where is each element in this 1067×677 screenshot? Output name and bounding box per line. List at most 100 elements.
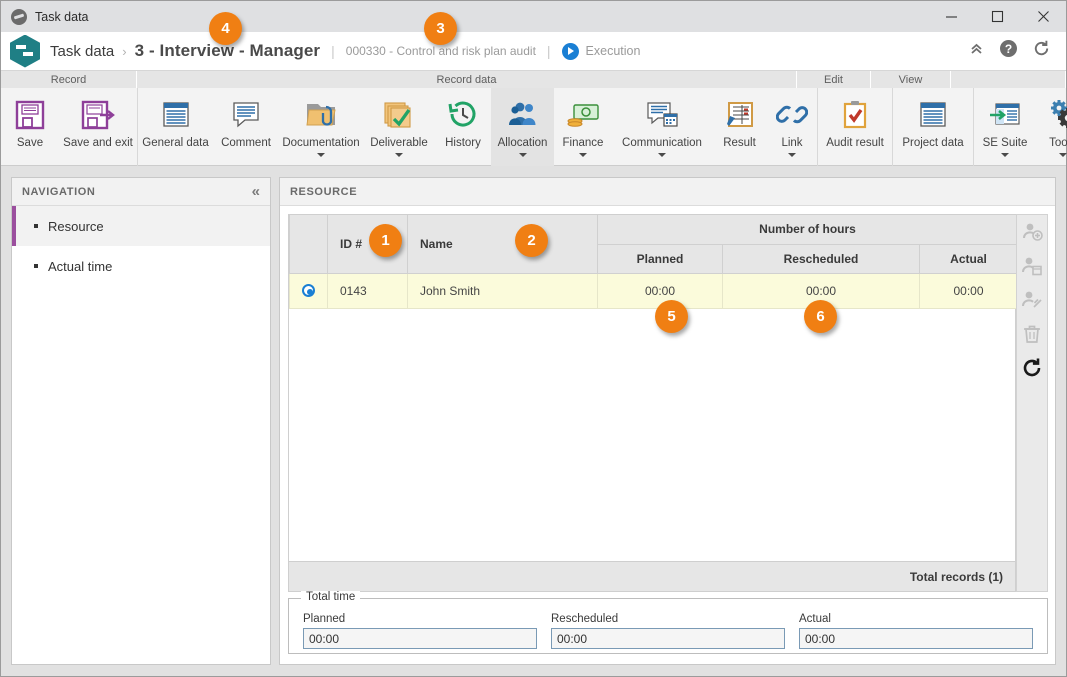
maximize-icon[interactable] [974,1,1020,32]
header-actions: ? [968,39,1051,63]
ribbon-group-header: View [871,71,951,88]
task-data-window: Task data Task data › 3 - Interview - Ma… [0,0,1067,677]
annotation-badge-1: 1 [369,224,402,257]
allocation-button[interactable]: Allocation [491,88,554,166]
communication-icon [645,96,679,134]
audit-result-clipboard-icon [839,96,871,134]
col-rescheduled[interactable]: Rescheduled [722,244,920,274]
close-icon[interactable] [1020,1,1066,32]
minimize-icon[interactable] [928,1,974,32]
window-controls [928,1,1066,32]
add-resource-icon[interactable] [1017,215,1047,249]
annotation-badge-4: 4 [209,12,242,45]
ribbon-button-label: Comment [221,137,271,149]
documentation-button[interactable]: Documentation [279,88,363,166]
tools-button[interactable]: Tools [1036,88,1067,166]
col-name[interactable]: Name [407,215,598,274]
navigation-list: Resource Actual time [12,206,270,286]
audit-result-button[interactable]: Audit result [818,88,892,166]
chevron-down-icon[interactable] [518,153,527,157]
window-title: Task data [35,9,89,24]
ribbon-group-header: Edit [797,71,871,88]
project-data-icon [917,96,949,134]
ribbon-button-label: Save [16,137,44,149]
field-label: Rescheduled [551,613,619,625]
ribbon-button-label: History [445,137,481,149]
chevron-down-icon[interactable] [395,153,403,157]
total-planned-input[interactable]: 00:00 [303,628,537,649]
grid-side-toolbar [1016,214,1048,592]
radio-button[interactable] [302,284,315,297]
resource-table: ID # Name Number of hours Planned Resche… [289,215,1019,309]
refresh-icon[interactable] [1017,351,1047,385]
col-actual[interactable]: Actual [918,244,1019,274]
help-icon[interactable]: ? [999,39,1018,63]
chevrons-up-icon[interactable] [968,40,985,62]
total-time-field: Actual 00:00 [799,613,1033,649]
link-button[interactable]: Link [767,88,817,166]
ribbon-buttons: Save Save and exit General data Comment … [1,88,1067,166]
history-button[interactable]: History [435,88,491,166]
comment-icon [230,96,262,134]
table-row[interactable]: 0143 John Smith 00:00 00:00 00:00 [289,272,1019,309]
table-body: 0143 John Smith 00:00 00:00 00:00 [289,272,1019,309]
sidebar-item-actual-time[interactable]: Actual time [12,246,270,286]
total-rescheduled-input[interactable]: 00:00 [551,628,785,649]
chevron-down-icon[interactable] [317,153,325,157]
communication-button[interactable]: Communication [612,88,712,166]
deliverable-button[interactable]: Deliverable [363,88,435,166]
ribbon-group-suite: SE Suite Tools [974,88,1067,166]
delete-trash-icon[interactable] [1017,317,1047,351]
chevron-down-icon[interactable] [658,153,666,157]
ribbon-group-edit: Audit result [818,88,893,166]
ribbon-group-header: Record [1,71,137,88]
se-suite-button[interactable]: SE Suite [974,88,1036,166]
row-name-cell: John Smith [407,272,598,309]
svg-text:?: ? [1005,42,1012,56]
app-header: Task data › 3 - Interview - Manager | 00… [1,32,1066,70]
ribbon-button-label: Save and exit [63,137,133,149]
header-subtitle: 000330 - Control and risk plan audit [345,44,536,58]
general-data-button[interactable]: General data [138,88,213,166]
annotation-badge-2: 2 [515,224,548,257]
chevron-down-icon[interactable] [1001,153,1009,157]
chevrons-left-icon[interactable]: « [252,183,260,200]
remove-resource-icon[interactable] [1017,283,1047,317]
breadcrumb-root[interactable]: Task data [50,43,114,60]
row-id-cell: 0143 [327,272,408,309]
chevron-down-icon[interactable] [579,153,587,157]
link-chain-icon [776,96,808,134]
ribbon-button-label: Deliverable [370,137,428,149]
ribbon-button-label: Finance [562,137,604,149]
grid-footer: Total records (1) [288,562,1016,592]
finance-button[interactable]: Finance [554,88,612,166]
header-divider-2: | [546,43,551,59]
save-and-exit-icon [80,96,116,134]
chevron-down-icon[interactable] [788,153,796,157]
comment-button[interactable]: Comment [213,88,279,166]
globe-icon [11,8,27,25]
col-planned[interactable]: Planned [597,244,723,274]
result-button[interactable]: Result [712,88,767,166]
ribbon-group-headers: Record Record data Edit View [1,71,1066,88]
ribbon-button-label: Documentation [282,137,360,149]
sidebar-item-resource[interactable]: Resource [12,206,270,246]
row-select-cell[interactable] [289,272,328,309]
play-icon [561,42,579,60]
refresh-icon[interactable] [1032,39,1051,63]
ribbon-group-header: Record data [137,71,797,88]
chevron-down-icon[interactable] [1058,153,1067,157]
total-actual-input[interactable]: 00:00 [799,628,1033,649]
save-button[interactable]: Save [1,88,59,166]
se-suite-hexagon-logo [10,34,40,68]
header-divider-1: | [331,43,335,59]
resource-details-icon[interactable] [1017,249,1047,283]
project-data-button[interactable]: Project data [893,88,973,166]
navigation-title: NAVIGATION [22,185,96,198]
ribbon-button-label: Project data [902,137,964,149]
bullet-icon [34,264,38,268]
ribbon-group-view: Project data [893,88,974,166]
annotation-badge-6: 6 [804,300,837,333]
save-and-exit-button[interactable]: Save and exit [59,88,137,166]
breadcrumb-separator-icon: › [122,43,127,59]
